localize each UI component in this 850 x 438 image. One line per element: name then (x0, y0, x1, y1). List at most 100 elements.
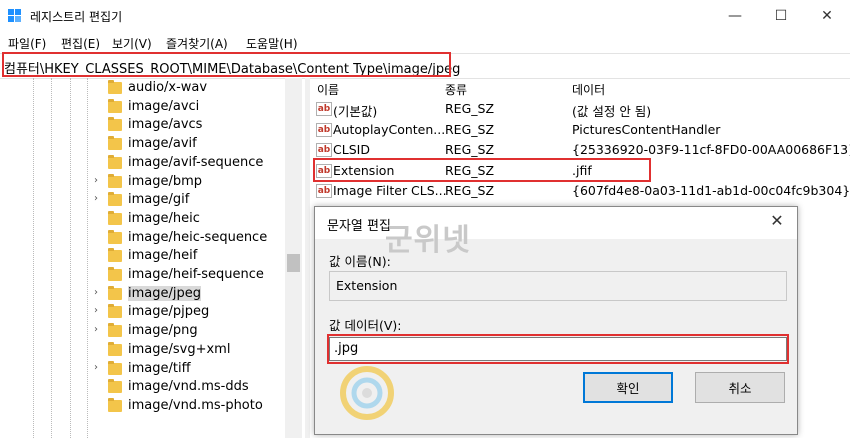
folder-icon (108, 136, 122, 151)
tree-item[interactable]: image/heif-sequence (0, 266, 285, 285)
tree-item-label[interactable]: image/avci (128, 99, 199, 114)
title-bar: 레지스트리 편집기 — ☐ ✕ (0, 0, 850, 32)
tree-item-label[interactable]: image/svg+xml (128, 342, 230, 357)
value-row[interactable]: ab AutoplayConten... REG_SZ PicturesContent… (311, 120, 850, 140)
tree-item-label[interactable]: image/avif-sequence (128, 155, 263, 170)
tree-item-label[interactable]: image/heic (128, 211, 200, 226)
value-row[interactable]: ab Image Filter CLS... REG_SZ {607fd4e8-0a0… (311, 181, 850, 201)
watermark-logo (340, 366, 394, 420)
folder-icon (108, 154, 122, 169)
column-type[interactable]: 종류 (445, 81, 467, 98)
value-data: PicturesContentHandler (572, 121, 721, 137)
watermark-text: 군위넷 (385, 223, 471, 258)
folder-icon (108, 341, 122, 356)
tree-item[interactable]: › image/jpeg (0, 285, 285, 304)
tree-item[interactable]: image/heif (0, 247, 285, 266)
cancel-button[interactable]: 취소 (695, 372, 785, 403)
expand-arrow-icon[interactable]: › (94, 324, 104, 335)
tree-item-label[interactable]: image/avcs (128, 117, 202, 132)
tree-item-label[interactable]: image/heif (128, 248, 197, 263)
value-data: {25336920-03F9-11cf-8FD0-00AA00686F13} (572, 142, 850, 157)
expand-arrow-icon[interactable]: › (94, 305, 104, 316)
tree-item[interactable]: image/avif (0, 135, 285, 154)
registry-icon (8, 9, 21, 22)
expand-arrow-icon[interactable]: › (94, 193, 104, 204)
value-name-text: Extension (336, 278, 398, 293)
dialog-close-button[interactable]: ✕ (765, 211, 789, 230)
folder-icon (108, 304, 122, 319)
tree-item[interactable]: image/avif-sequence (0, 154, 285, 173)
string-value-icon: ab (316, 122, 332, 137)
tree-item[interactable]: image/avci (0, 98, 285, 117)
value-list-header: 이름 종류 데이터 (311, 78, 850, 98)
expand-arrow-icon[interactable]: › (94, 287, 104, 298)
tree-item-label[interactable]: image/tiff (128, 361, 191, 376)
menu-file[interactable]: 파일(F) (8, 35, 46, 52)
tree-item-label[interactable]: image/avif (128, 136, 197, 151)
window-title: 레지스트리 편집기 (30, 10, 123, 24)
pane-splitter[interactable] (305, 78, 310, 438)
folder-icon (108, 173, 122, 188)
string-value-icon: ab (316, 102, 332, 116)
tree-item-label[interactable]: image/pjpeg (128, 304, 209, 319)
folder-icon (108, 192, 122, 207)
menu-favorites[interactable]: 즐겨찾기(A) (166, 35, 228, 52)
tree-item[interactable]: image/vnd.ms-dds (0, 378, 285, 397)
tree-item-label[interactable]: image/vnd.ms-photo (128, 398, 263, 413)
value-data: (값 설정 안 됨) (572, 104, 652, 119)
string-value-icon: ab (316, 143, 332, 157)
value-type: REG_SZ (445, 121, 495, 137)
tree-item[interactable]: image/svg+xml (0, 341, 285, 360)
value-row[interactable]: ab CLSID REG_SZ {25336920-03F9-11cf-8FD0-00… (311, 140, 850, 160)
value-type: REG_SZ (445, 101, 495, 116)
menu-help[interactable]: 도움말(H) (246, 35, 298, 52)
value-type: REG_SZ (445, 183, 495, 198)
tree-item[interactable]: image/avcs (0, 116, 285, 135)
tree-item-label[interactable]: image/heic-sequence (128, 230, 267, 245)
tree-item[interactable]: image/heic-sequence (0, 229, 285, 248)
tree-item-label[interactable]: image/png (128, 323, 198, 338)
tree-item-label[interactable]: image/heif-sequence (128, 267, 264, 282)
extension-highlight-box (313, 158, 651, 182)
value-data-label: 값 데이터(V): (329, 318, 402, 333)
menu-edit[interactable]: 편집(E) (61, 35, 100, 52)
tree-scrollbar-thumb[interactable] (287, 254, 300, 272)
tree-item-label[interactable]: image/vnd.ms-dds (128, 379, 249, 394)
tree-item[interactable]: › image/png (0, 322, 285, 341)
edit-string-dialog: 문자열 편집 ✕ 값 이름(N): Extension 값 데이터(V): .j… (314, 206, 798, 435)
menu-view[interactable]: 보기(V) (112, 35, 152, 52)
close-button[interactable]: ✕ (804, 0, 850, 32)
tree-item[interactable]: image/heic (0, 210, 285, 229)
tree-item[interactable]: › image/tiff (0, 360, 285, 379)
folder-icon (108, 285, 122, 300)
expand-arrow-icon[interactable]: › (94, 362, 104, 373)
expand-arrow-icon[interactable]: › (94, 175, 104, 186)
folder-icon (108, 117, 122, 132)
tree-item[interactable]: audio/x-wav (0, 79, 285, 98)
folder-icon (108, 360, 122, 375)
value-row[interactable]: ab (기본값) REG_SZ (값 설정 안 됨) (311, 99, 850, 119)
folder-icon (108, 267, 122, 281)
column-name[interactable]: 이름 (317, 81, 339, 98)
tree-item-label[interactable]: image/jpeg (128, 285, 201, 301)
tree-item-label[interactable]: image/gif (128, 192, 189, 207)
tree-item-label[interactable]: image/bmp (128, 174, 202, 189)
string-value-icon: ab (316, 184, 332, 198)
value-type: REG_SZ (445, 142, 495, 157)
tree-item[interactable]: › image/gif (0, 191, 285, 210)
value-name: Image Filter CLS... (333, 183, 447, 198)
maximize-button[interactable]: ☐ (758, 0, 804, 32)
tree-item[interactable]: › image/bmp (0, 173, 285, 192)
value-name: CLSID (333, 142, 370, 157)
key-tree[interactable]: audio/x-wav image/avci image/avcs image/avi… (0, 78, 305, 438)
dialog-title: 문자열 편집 (327, 219, 391, 234)
tree-item-label[interactable]: audio/x-wav (128, 80, 207, 95)
ok-button[interactable]: 확인 (583, 372, 673, 403)
tree-item[interactable]: › image/pjpeg (0, 303, 285, 322)
minimize-button[interactable]: — (712, 0, 758, 32)
tree-item[interactable]: image/vnd.ms-photo (0, 397, 285, 416)
value-data-highlight-box (327, 334, 789, 364)
column-data[interactable]: 데이터 (572, 81, 605, 98)
address-highlight-box (2, 52, 451, 77)
menu-bar: 파일(F) 편집(E) 보기(V) 즐겨찾기(A) 도움말(H) (0, 32, 850, 53)
